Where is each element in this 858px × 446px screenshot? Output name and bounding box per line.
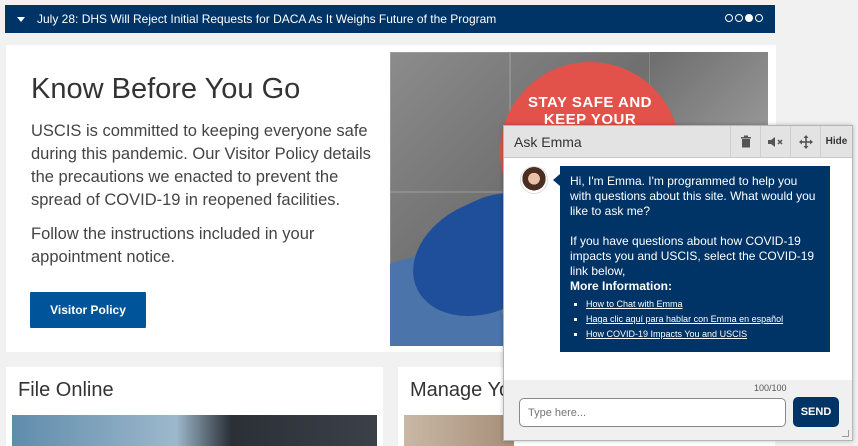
floor-sign-text: STAY SAFE AND KEEP YOUR (527, 94, 653, 128)
slide-dot-2[interactable] (735, 14, 743, 22)
chat-title: Ask Emma (514, 133, 582, 150)
slide-indicator (725, 14, 763, 22)
card-image (404, 415, 514, 446)
message-covid: If you have questions about how COVID-19… (570, 234, 815, 278)
chat-widget: Ask Emma Hide Hi, I'm Emma. I'm programm… (503, 125, 853, 441)
send-button[interactable]: SEND (793, 397, 839, 427)
card-title: Manage Yo (410, 379, 511, 401)
chat-messages: Hi, I'm Emma. I'm programmed to help you… (504, 158, 852, 380)
char-counter: 100/100 (754, 383, 787, 393)
caret-down-icon (17, 16, 25, 22)
emma-avatar (520, 166, 548, 194)
visitor-policy-button[interactable]: Visitor Policy (30, 292, 146, 328)
trash-icon[interactable] (730, 126, 760, 157)
hero-paragraph-2: Follow the instructions included in your… (31, 225, 315, 266)
floor-tile (390, 52, 510, 192)
hero-paragraph-1: USCIS is committed to keeping everyone s… (31, 122, 371, 209)
file-online-card[interactable]: File Online (6, 367, 383, 446)
chat-input[interactable] (519, 398, 786, 427)
alert-text[interactable]: July 28: DHS Will Reject Initial Request… (37, 12, 496, 26)
alert-banner[interactable]: July 28: DHS Will Reject Initial Request… (5, 5, 775, 33)
slide-dot-3[interactable] (745, 14, 753, 22)
emma-message: Hi, I'm Emma. I'm programmed to help you… (553, 166, 830, 352)
card-image (12, 415, 377, 446)
message-intro: Hi, I'm Emma. I'm programmed to help you… (570, 174, 816, 218)
hero-title: Know Before You Go (31, 73, 301, 105)
link-how-to-chat[interactable]: How to Chat with Emma (586, 299, 683, 309)
more-info-links: How to Chat with Emma Haga clic aquí par… (586, 297, 820, 342)
move-icon-svg (798, 134, 813, 149)
resize-handle[interactable] (842, 430, 849, 437)
slide-dot-1[interactable] (725, 14, 733, 22)
link-covid-impacts[interactable]: How COVID-19 Impacts You and USCIS (586, 329, 747, 339)
mute-icon-svg (767, 136, 783, 147)
card-title: File Online (18, 379, 114, 401)
trash-icon-svg (740, 135, 751, 148)
move-icon[interactable] (790, 126, 820, 157)
mute-icon[interactable] (760, 126, 790, 157)
link-espanol[interactable]: Haga clic aquí para hablar con Emma en e… (586, 314, 783, 324)
hide-button[interactable]: Hide (820, 126, 852, 157)
more-info-label: More Information: (570, 279, 672, 293)
slide-dot-4[interactable] (755, 14, 763, 22)
chat-header[interactable]: Ask Emma Hide (504, 126, 852, 158)
